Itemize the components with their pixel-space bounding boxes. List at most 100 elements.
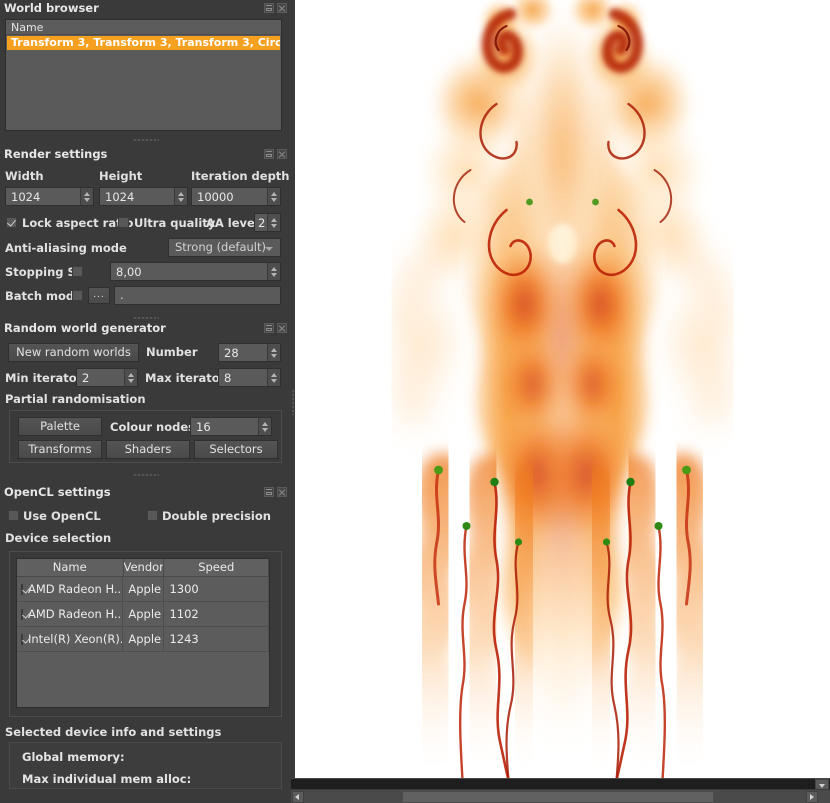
width-value[interactable]: 1024 <box>6 190 80 204</box>
transforms-button[interactable]: Transforms <box>18 440 102 459</box>
aa-level-spinner[interactable]: 2 <box>254 213 281 232</box>
device-table-empty-area <box>17 652 269 707</box>
device-name: AMD Radeon H... <box>28 607 124 621</box>
ultra-quality-label: Ultra quality <box>134 216 216 230</box>
width-spinner[interactable]: 1024 <box>5 187 94 206</box>
new-random-worlds-button[interactable]: New random worlds <box>8 343 139 362</box>
iteration-depth-value[interactable]: 10000 <box>192 190 267 204</box>
selected-device-info-label: Selected device info and settings <box>5 725 222 739</box>
min-iterators-stepper-arrows[interactable] <box>124 369 137 386</box>
use-opencl-checkbox[interactable] <box>8 510 19 521</box>
aa-level-label: AA level <box>206 216 259 230</box>
world-list-item-selected[interactable]: Transform 3, Transform 3, Transform 3, C… <box>7 36 280 50</box>
device-enable-checkbox[interactable] <box>21 608 23 620</box>
device-table-header: Name Vendor Speed <box>17 559 269 577</box>
close-panel-icon[interactable] <box>277 487 287 497</box>
table-row[interactable]: Intel(R) Xeon(R)... Apple 1243 <box>17 627 269 652</box>
batch-mode-checkbox[interactable] <box>72 290 83 301</box>
selected-device-info-box: Global memory: Max individual mem alloc: <box>9 742 282 789</box>
ultra-quality-checkbox[interactable] <box>118 217 129 228</box>
max-iterators-value[interactable]: 8 <box>219 371 267 385</box>
device-vendor: Apple <box>123 577 165 601</box>
batch-path-input[interactable]: . <box>114 286 281 305</box>
width-stepper-arrows[interactable] <box>80 188 93 205</box>
device-name: Intel(R) Xeon(R)... <box>28 632 124 646</box>
colour-nodes-spinner[interactable]: 16 <box>190 417 272 436</box>
random-world-generator-title: Random world generator <box>0 320 291 337</box>
number-stepper-arrows[interactable] <box>267 344 280 361</box>
number-spinner[interactable]: 28 <box>218 343 281 362</box>
global-memory-label: Global memory: <box>22 750 125 764</box>
max-iterators-spinner[interactable]: 8 <box>218 368 281 387</box>
colour-nodes-value[interactable]: 16 <box>191 420 258 434</box>
device-col-vendor: Vendor <box>123 559 165 576</box>
world-browser-panel: World browser Name Transform 3, Transfor… <box>0 0 291 144</box>
aa-level-value[interactable]: 2 <box>255 216 267 230</box>
antialiasing-mode-value: Strong (default) <box>175 240 267 254</box>
panel-title-text: Render settings <box>4 147 108 161</box>
aa-level-stepper-arrows[interactable] <box>267 214 280 231</box>
colour-nodes-stepper-arrows[interactable] <box>258 418 271 435</box>
selectors-button[interactable]: Selectors <box>194 440 278 459</box>
min-iterators-spinner[interactable]: 2 <box>76 368 138 387</box>
device-vendor: Apple <box>123 627 165 651</box>
scroll-right-arrow-icon[interactable] <box>806 791 818 803</box>
device-row-name-cell[interactable]: Intel(R) Xeon(R)... <box>17 627 124 651</box>
device-col-speed: Speed <box>164 559 269 576</box>
table-row[interactable]: AMD Radeon H... Apple 1102 <box>17 602 269 627</box>
shaders-button[interactable]: Shaders <box>106 440 190 459</box>
device-row-name-cell[interactable]: AMD Radeon H... <box>17 602 124 626</box>
close-panel-icon[interactable] <box>277 3 287 13</box>
batch-browse-button[interactable]: ... <box>88 287 110 304</box>
iteration-depth-spinner[interactable]: 10000 <box>191 187 281 206</box>
antialiasing-mode-select[interactable]: Strong (default) <box>168 238 281 257</box>
scroll-left-arrow-icon[interactable] <box>292 791 304 803</box>
render-settings-panel: Render settings Width Height Iteration d… <box>0 146 291 322</box>
stopping-sl-stepper-arrows[interactable] <box>267 263 280 280</box>
horizontal-scrollbar[interactable] <box>291 789 830 803</box>
render-canvas[interactable] <box>295 0 830 778</box>
min-iterators-value[interactable]: 2 <box>77 371 124 385</box>
splitter-handle-world-render[interactable] <box>0 135 291 144</box>
stopping-sl-checkbox[interactable] <box>72 266 83 277</box>
max-individual-mem-alloc-label: Max individual mem alloc: <box>22 772 192 786</box>
device-selection-group: Name Vendor Speed AMD Radeon H... Apple … <box>9 551 282 717</box>
close-panel-icon[interactable] <box>277 323 287 333</box>
device-row-name-cell[interactable]: AMD Radeon H... <box>17 577 124 601</box>
batch-mode-label: Batch mode <box>5 289 82 303</box>
device-enable-checkbox[interactable] <box>21 633 23 645</box>
left-dock-panel: World browser Name Transform 3, Transfor… <box>0 0 291 803</box>
height-spinner[interactable]: 1024 <box>99 187 188 206</box>
splitter-handle-random-opencl[interactable] <box>0 470 291 479</box>
close-panel-icon[interactable] <box>277 149 287 159</box>
colour-nodes-label: Colour nodes <box>110 420 196 434</box>
world-browser-panel-buttons <box>264 3 287 13</box>
max-iterators-stepper-arrows[interactable] <box>267 369 280 386</box>
number-value[interactable]: 28 <box>219 346 267 360</box>
float-panel-icon[interactable] <box>264 3 274 13</box>
stopping-sl-spinner[interactable]: 8,00 <box>110 262 281 281</box>
float-panel-icon[interactable] <box>264 487 274 497</box>
height-value[interactable]: 1024 <box>100 190 174 204</box>
device-table[interactable]: Name Vendor Speed AMD Radeon H... Apple … <box>16 558 270 708</box>
height-stepper-arrows[interactable] <box>174 188 187 205</box>
palette-button[interactable]: Palette <box>18 417 102 436</box>
world-browser-title: World browser <box>0 0 291 17</box>
iteration-depth-stepper-arrows[interactable] <box>267 188 280 205</box>
application-window: World browser Name Transform 3, Transfor… <box>0 0 830 803</box>
opencl-settings-title: OpenCL settings <box>0 484 291 501</box>
double-precision-checkbox[interactable] <box>147 510 158 521</box>
table-row[interactable]: AMD Radeon H... Apple 1300 <box>17 577 269 602</box>
random-generator-panel-buttons <box>264 323 287 333</box>
device-enable-checkbox[interactable] <box>21 583 23 595</box>
render-settings-title: Render settings <box>0 146 291 163</box>
iteration-depth-label: Iteration depth <box>191 169 290 183</box>
float-panel-icon[interactable] <box>264 149 274 159</box>
float-panel-icon[interactable] <box>264 323 274 333</box>
random-world-generator-panel: Random world generator New random worlds… <box>0 320 291 479</box>
world-browser-list[interactable]: Name Transform 3, Transform 3, Transform… <box>5 19 282 131</box>
height-label: Height <box>99 169 143 183</box>
lock-aspect-ratio-checkbox[interactable] <box>6 217 17 228</box>
stopping-sl-value[interactable]: 8,00 <box>111 265 267 279</box>
horizontal-scrollbar-thumb[interactable] <box>402 791 714 803</box>
